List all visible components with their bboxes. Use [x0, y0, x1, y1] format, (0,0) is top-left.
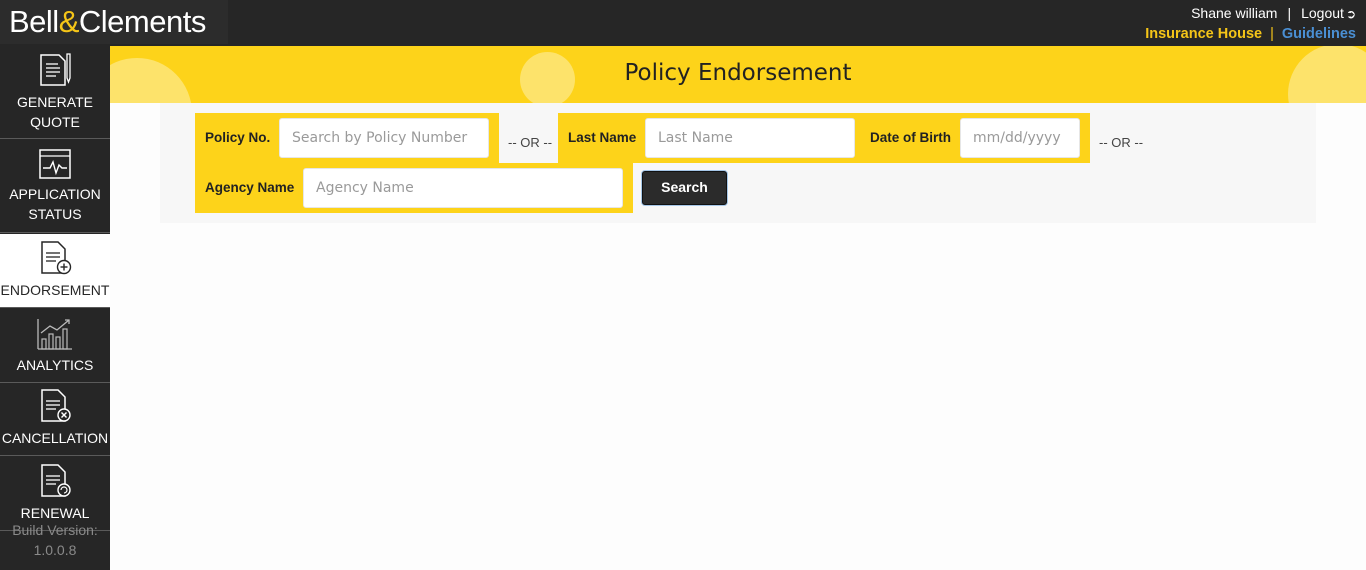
- sidebar-item-label: QUOTE: [30, 114, 80, 130]
- last-name-input[interactable]: Last Name: [645, 118, 855, 158]
- sidebar-item-generate-quote[interactable]: GENERATE QUOTE: [0, 46, 110, 139]
- last-name-label: Last Name: [568, 130, 637, 145]
- sidebar-item-label: ANALYTICS: [16, 357, 94, 373]
- search-button[interactable]: Search: [642, 171, 727, 205]
- sidebar-item-label: APPLICATION: [9, 186, 101, 202]
- sidebar-item-label: CANCELLATION: [1, 430, 109, 446]
- agency-name-input[interactable]: Agency Name: [303, 168, 623, 208]
- logout-icon: ➲: [1345, 7, 1356, 21]
- agency-name-label: Agency Name: [205, 180, 295, 195]
- sidebar-item-endorsement[interactable]: ENDORSEMENT: [0, 234, 110, 308]
- user-menu: Shane william | Logout ➲: [1191, 5, 1356, 21]
- page-banner: Policy Endorsement: [110, 46, 1366, 103]
- build-version-number: 1.0.0.8: [33, 542, 77, 558]
- sidebar-item-label: GENERATE: [17, 94, 93, 110]
- date-of-birth-label: Date of Birth: [870, 130, 951, 145]
- top-bar: Bell&Clements Shane william | Logout ➲ In…: [0, 0, 1366, 46]
- sidebar-item-label: ENDORSEMENT: [0, 282, 110, 298]
- separator: |: [1270, 26, 1274, 42]
- date-of-birth-input[interactable]: mm/dd/yyyy: [960, 118, 1080, 158]
- quote-document-icon: [40, 53, 71, 86]
- policy-number-label: Policy No.: [205, 130, 271, 145]
- build-version-label: Build Version:: [12, 522, 98, 538]
- build-version: Build Version: 1.0.0.8: [0, 520, 110, 560]
- separator: |: [1287, 5, 1292, 21]
- insurance-house-link[interactable]: Insurance House: [1145, 26, 1262, 42]
- sidebar-item-label: STATUS: [28, 206, 82, 222]
- sidebar-item-analytics[interactable]: ANALYTICS: [0, 309, 110, 383]
- or-separator: -- OR --: [1099, 135, 1144, 150]
- logout-link[interactable]: Logout ➲: [1301, 5, 1356, 21]
- policy-number-input[interactable]: Search by Policy Number: [279, 118, 489, 158]
- document-add-icon: [41, 241, 72, 275]
- sidebar-item-application-status[interactable]: APPLICATION STATUS: [0, 140, 110, 233]
- or-separator: -- OR --: [508, 135, 553, 150]
- status-monitor-icon: [39, 149, 71, 179]
- page-title: Policy Endorsement: [624, 60, 852, 86]
- analytics-chart-icon: [37, 319, 72, 350]
- sidebar-item-cancellation[interactable]: CANCELLATION: [0, 384, 110, 456]
- brand-logo[interactable]: Bell&Clements: [0, 0, 228, 44]
- guidelines-link[interactable]: Guidelines: [1282, 26, 1356, 42]
- document-cancel-icon: [41, 389, 71, 422]
- document-renew-icon: [41, 464, 71, 497]
- user-name: Shane william: [1191, 5, 1278, 21]
- header-links: Insurance House | Guidelines: [1145, 26, 1356, 42]
- sidebar: GENERATE QUOTE APPLICATION STATUS ENDORS…: [0, 46, 110, 570]
